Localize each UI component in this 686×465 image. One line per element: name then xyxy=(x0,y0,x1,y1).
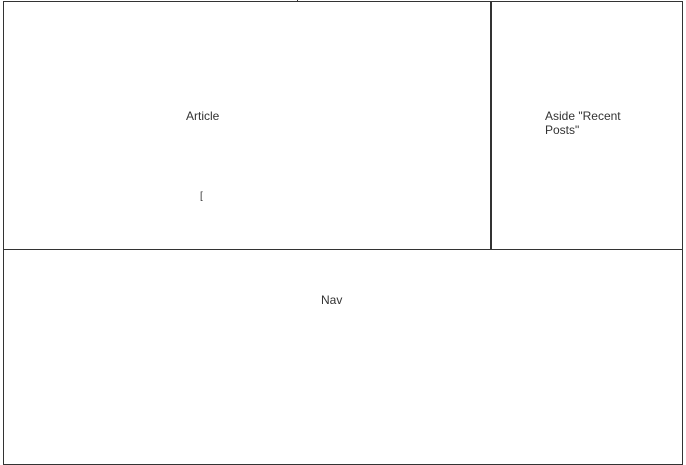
article-label: Article xyxy=(186,109,220,123)
nav-label: Nav xyxy=(321,293,343,307)
article-region: Article [ xyxy=(4,2,490,249)
article-bracket-mark: [ xyxy=(200,191,203,202)
layout-diagram: Article [ Aside "Recent Posts" Nav xyxy=(0,0,686,465)
border-right xyxy=(682,1,683,465)
nav-region: Nav xyxy=(4,250,682,464)
aside-region: Aside "Recent Posts" xyxy=(492,2,682,249)
aside-label: Aside "Recent Posts" xyxy=(545,109,621,137)
